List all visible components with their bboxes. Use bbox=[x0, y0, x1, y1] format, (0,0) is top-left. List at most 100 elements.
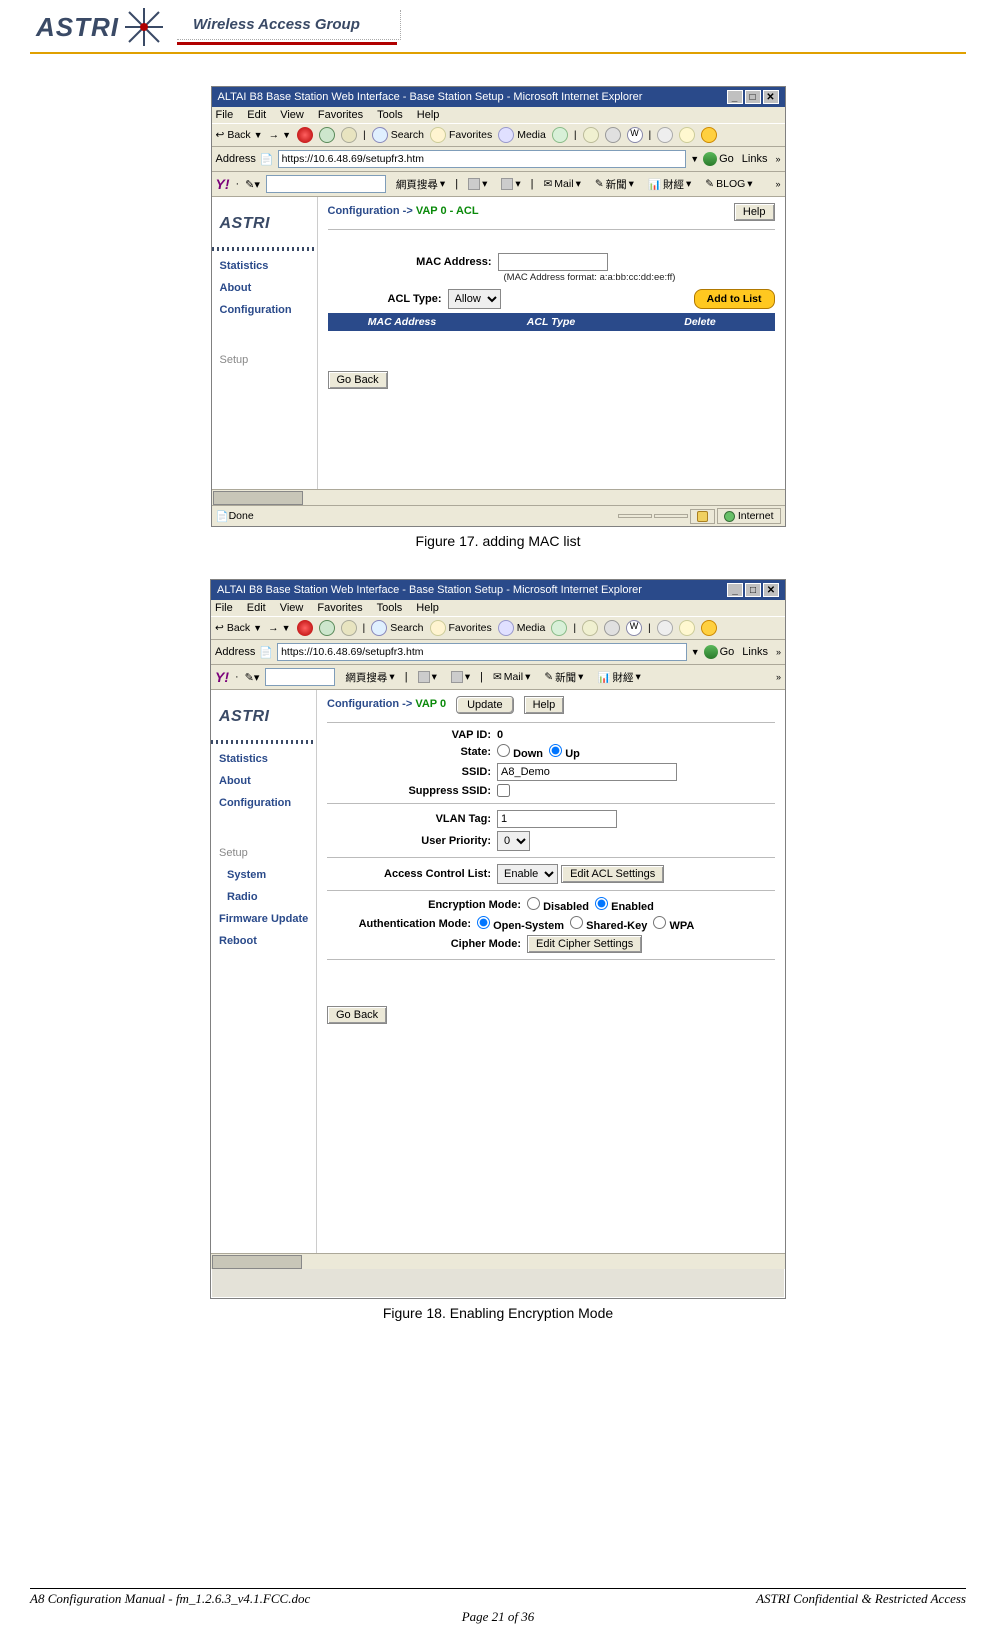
acl-type-select[interactable]: Allow bbox=[448, 289, 501, 309]
yahoo-mail[interactable]: ✉ Mail ▾ bbox=[489, 670, 534, 684]
go-button[interactable]: Go bbox=[703, 152, 734, 166]
menu-edit[interactable]: Edit bbox=[247, 109, 266, 121]
menu-tools[interactable]: Tools bbox=[377, 109, 403, 121]
sidebar-item-about[interactable]: About bbox=[212, 277, 317, 299]
yahoo-chip-a[interactable]: ▾ bbox=[464, 177, 491, 191]
favorites-button[interactable]: Favorites bbox=[430, 127, 492, 143]
yahoo-blog[interactable]: ✎ BLOG ▾ bbox=[701, 177, 756, 191]
pencil-icon[interactable]: ✎▾ bbox=[245, 178, 260, 191]
mac-input[interactable] bbox=[498, 253, 608, 271]
media-button[interactable]: Media bbox=[498, 620, 546, 636]
sidebar-item-setup[interactable]: Setup bbox=[212, 349, 317, 371]
yahoo-search-btn[interactable]: 網頁搜尋 ▾ bbox=[392, 176, 449, 193]
refresh-icon[interactable] bbox=[319, 127, 335, 143]
yahoo-finance[interactable]: 📊 財經 ▾ bbox=[593, 669, 644, 686]
sidebar-item-radio[interactable]: Radio bbox=[211, 886, 316, 908]
home-icon[interactable] bbox=[341, 127, 357, 143]
dash-icon[interactable] bbox=[657, 620, 673, 636]
yahoo-chip-b[interactable]: ▾ bbox=[497, 177, 524, 191]
ssid-input[interactable] bbox=[497, 763, 677, 781]
back-button[interactable]: ↩ Back ▼ bbox=[215, 622, 262, 634]
menu-file[interactable]: File bbox=[216, 109, 234, 121]
links-label[interactable]: Links bbox=[738, 153, 772, 165]
yahoo-chip-b[interactable]: ▾ bbox=[447, 670, 474, 684]
search-button[interactable]: Search bbox=[372, 127, 424, 143]
search-button[interactable]: Search bbox=[371, 620, 423, 636]
history-icon[interactable] bbox=[551, 620, 567, 636]
suppress-checkbox[interactable] bbox=[497, 784, 510, 797]
yahoo-finance[interactable]: 📊 財經 ▾ bbox=[644, 176, 695, 193]
yahoo-news[interactable]: ✎ 新聞 ▾ bbox=[591, 176, 638, 193]
print-icon[interactable] bbox=[604, 620, 620, 636]
url-field[interactable] bbox=[278, 150, 687, 168]
menu-file[interactable]: File bbox=[215, 602, 233, 614]
back-button[interactable]: ↩ Back ▼ bbox=[216, 129, 263, 141]
update-button[interactable]: Update bbox=[456, 696, 513, 714]
note-icon[interactable] bbox=[679, 127, 695, 143]
home-icon[interactable] bbox=[341, 620, 357, 636]
minimize-icon[interactable]: _ bbox=[727, 583, 743, 597]
forward-button[interactable]: → ▼ bbox=[268, 622, 290, 634]
minimize-icon[interactable]: _ bbox=[727, 90, 743, 104]
yahoo-logo-icon[interactable]: Y! bbox=[215, 669, 229, 685]
sidebar-item-setup[interactable]: Setup bbox=[211, 842, 316, 864]
yahoo-chip-a[interactable]: ▾ bbox=[414, 670, 441, 684]
sidebar-item-reboot[interactable]: Reboot bbox=[211, 930, 316, 952]
forward-button[interactable]: → ▼ bbox=[269, 129, 291, 141]
yahoo-search-field[interactable] bbox=[265, 668, 335, 686]
help-button[interactable]: Help bbox=[524, 696, 565, 714]
go-button[interactable]: Go bbox=[704, 645, 735, 659]
menu-help[interactable]: Help bbox=[416, 602, 439, 614]
help-button[interactable]: Help bbox=[734, 203, 775, 221]
auth-shared-radio[interactable]: Shared-Key bbox=[570, 916, 647, 932]
go-back-button[interactable]: Go Back bbox=[328, 371, 388, 389]
history-icon[interactable] bbox=[552, 127, 568, 143]
smile-icon[interactable] bbox=[701, 620, 717, 636]
media-button[interactable]: Media bbox=[498, 127, 546, 143]
yahoo-news[interactable]: ✎ 新聞 ▾ bbox=[540, 669, 587, 686]
h-scrollbar[interactable] bbox=[211, 1253, 785, 1269]
dash-icon[interactable] bbox=[657, 127, 673, 143]
sidebar-item-configuration[interactable]: Configuration bbox=[212, 299, 317, 321]
yahoo-mail[interactable]: ✉ Mail ▾ bbox=[539, 177, 584, 191]
menu-favorites[interactable]: Favorites bbox=[318, 109, 363, 121]
edit-acl-button[interactable]: Edit ACL Settings bbox=[561, 865, 664, 883]
auth-open-radio[interactable]: Open-System bbox=[477, 916, 564, 932]
menu-view[interactable]: View bbox=[280, 109, 304, 121]
auth-wpa-radio[interactable]: WPA bbox=[653, 916, 694, 932]
url-dropdown-icon[interactable]: ▼ bbox=[691, 647, 700, 657]
url-dropdown-icon[interactable]: ▼ bbox=[690, 154, 699, 164]
menu-view[interactable]: View bbox=[280, 602, 304, 614]
state-up-radio[interactable]: Up bbox=[549, 744, 580, 760]
sidebar-item-statistics[interactable]: Statistics bbox=[212, 255, 317, 277]
close-icon[interactable]: ✕ bbox=[763, 583, 779, 597]
yahoo-logo-icon[interactable]: Y! bbox=[216, 176, 230, 192]
enc-enabled-radio[interactable]: Enabled bbox=[595, 897, 654, 913]
stop-icon[interactable] bbox=[297, 127, 313, 143]
menu-edit[interactable]: Edit bbox=[247, 602, 266, 614]
menu-help[interactable]: Help bbox=[417, 109, 440, 121]
smile-icon[interactable] bbox=[701, 127, 717, 143]
yahoo-search-field[interactable] bbox=[266, 175, 386, 193]
pencil-icon[interactable]: ✎▾ bbox=[245, 671, 260, 684]
note-icon[interactable] bbox=[679, 620, 695, 636]
url-field[interactable] bbox=[277, 643, 687, 661]
sidebar-item-system[interactable]: System bbox=[211, 864, 316, 886]
sidebar-item-statistics[interactable]: Statistics bbox=[211, 748, 316, 770]
favorites-button[interactable]: Favorites bbox=[430, 620, 492, 636]
priority-select[interactable]: 0 bbox=[497, 831, 530, 851]
refresh-icon[interactable] bbox=[319, 620, 335, 636]
close-icon[interactable]: ✕ bbox=[763, 90, 779, 104]
vlan-input[interactable] bbox=[497, 810, 617, 828]
links-label[interactable]: Links bbox=[738, 646, 772, 658]
go-back-button[interactable]: Go Back bbox=[327, 1006, 387, 1024]
sidebar-item-about[interactable]: About bbox=[211, 770, 316, 792]
word-icon[interactable]: W bbox=[627, 127, 643, 143]
yahoo-search-btn[interactable]: 網頁搜尋 ▾ bbox=[341, 669, 398, 686]
print-icon[interactable] bbox=[605, 127, 621, 143]
acl-select[interactable]: Enable bbox=[497, 864, 558, 884]
maximize-icon[interactable]: □ bbox=[745, 90, 761, 104]
mail-icon[interactable] bbox=[583, 127, 599, 143]
stop-icon[interactable] bbox=[297, 620, 313, 636]
add-to-list-button[interactable]: Add to List bbox=[694, 289, 775, 309]
